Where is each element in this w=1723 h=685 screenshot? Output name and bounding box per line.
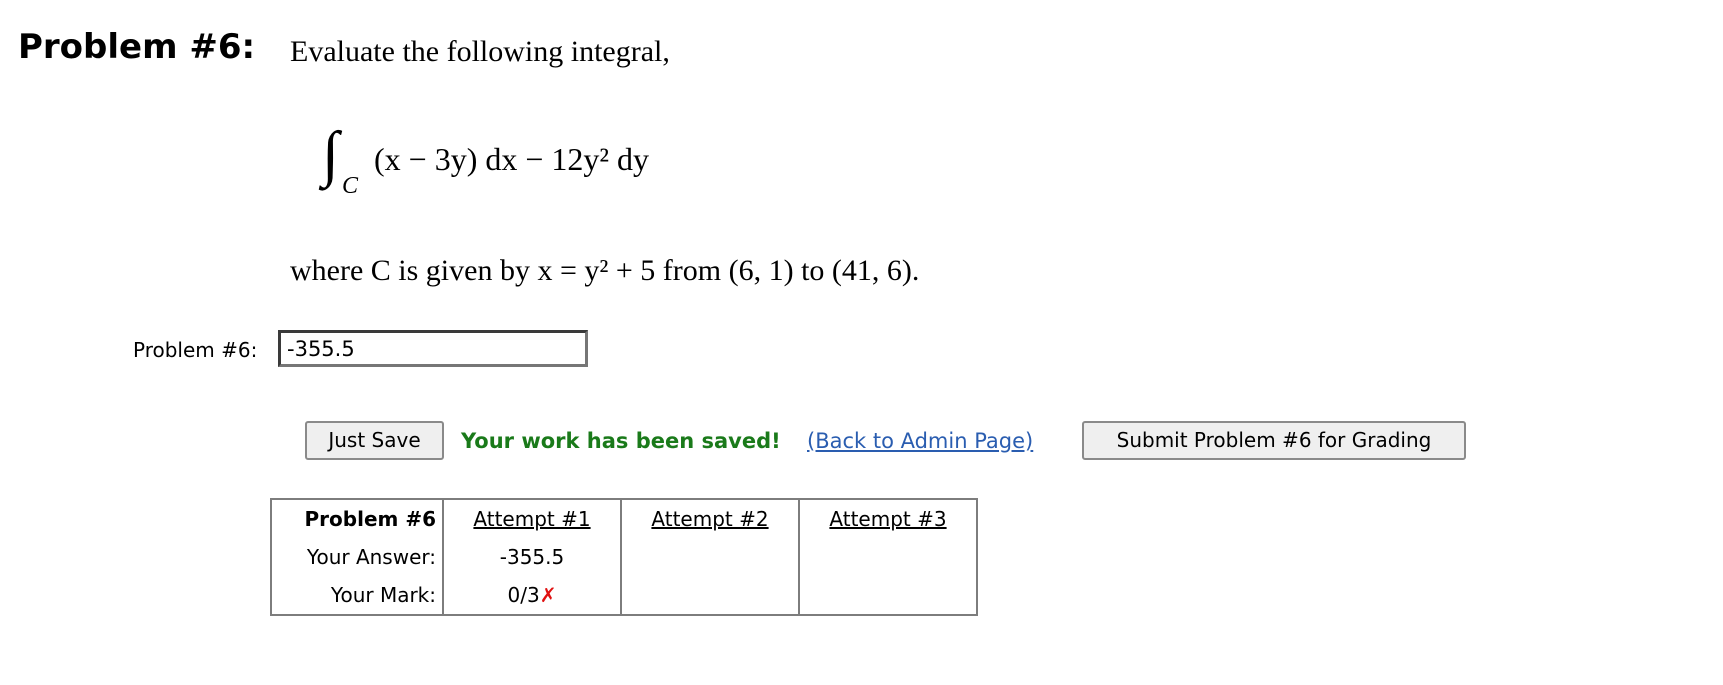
table-row: Your Answer: -355.5 [271, 538, 977, 576]
attempt-2-mark [621, 576, 800, 615]
problem-heading: Problem #6: [18, 27, 256, 67]
attempt-1-answer: -355.5 [443, 538, 622, 576]
saved-message: Your work has been saved! [461, 429, 781, 453]
answer-label: Problem #6: [133, 338, 258, 362]
attempt-2-header[interactable]: Attempt #2 [621, 499, 800, 538]
attempt-3-mark [799, 576, 977, 615]
just-save-button[interactable]: Just Save [305, 421, 444, 460]
back-to-admin-link[interactable]: (Back to Admin Page) [807, 429, 1033, 453]
integral-expression: ∫ C (x − 3y) dx − 12y² dy [322, 118, 802, 208]
attempt-3-header[interactable]: Attempt #3 [799, 499, 977, 538]
attempt-1-link[interactable]: Attempt #1 [473, 507, 590, 531]
integrand: (x − 3y) dx − 12y² dy [374, 141, 649, 177]
attempt-2-answer [621, 538, 800, 576]
attempt-1-header[interactable]: Attempt #1 [443, 499, 622, 538]
attempt-1-mark-value: 0/3 [507, 583, 540, 607]
attempt-2-link[interactable]: Attempt #2 [651, 507, 768, 531]
table-row: Your Mark: 0/3✗ [271, 576, 977, 615]
attempt-3-link[interactable]: Attempt #3 [829, 507, 946, 531]
your-answer-label: Your Answer: [271, 538, 444, 576]
answer-input[interactable] [278, 330, 588, 367]
your-mark-label: Your Mark: [271, 576, 444, 615]
attempts-table: Problem #6 Attempt #1 Attempt #2 Attempt… [270, 498, 978, 616]
table-header-row: Problem #6 Attempt #1 Attempt #2 Attempt… [271, 499, 977, 538]
attempt-3-answer [799, 538, 977, 576]
problem-intro: Evaluate the following integral, [290, 35, 670, 68]
integral-sign: ∫ [322, 120, 339, 188]
table-header-label: Problem #6 [271, 499, 444, 538]
integral-subscript: C [342, 173, 359, 199]
attempt-1-mark: 0/3✗ [443, 576, 622, 615]
submit-for-grading-button[interactable]: Submit Problem #6 for Grading [1082, 421, 1466, 460]
cross-mark-icon: ✗ [539, 583, 557, 607]
curve-description: where C is given by x = y² + 5 from (6, … [290, 254, 920, 287]
